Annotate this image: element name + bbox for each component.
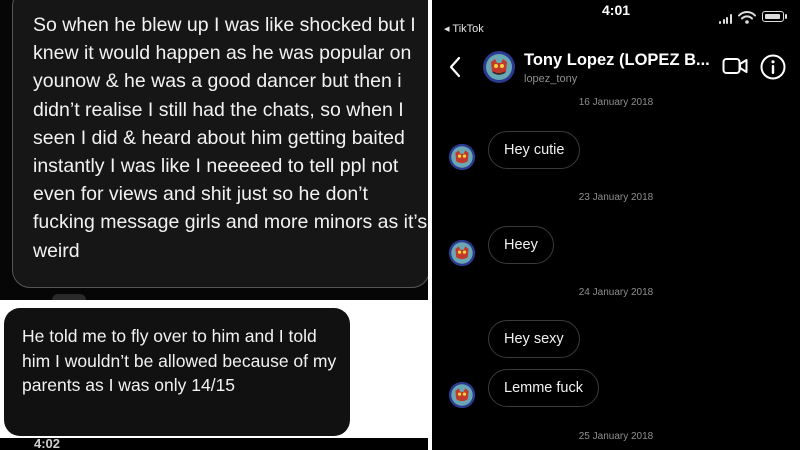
chevron-left-icon[interactable]	[448, 56, 462, 78]
battery-icon	[762, 11, 784, 22]
contact-avatar[interactable]	[448, 143, 476, 171]
wifi-icon	[738, 11, 756, 24]
left-top-screenshot: So when he blew up I was like shocked bu…	[0, 0, 432, 300]
date-divider: 23 January 2018	[578, 192, 654, 203]
battery-tip	[785, 14, 787, 19]
message-text: So when he blew up I was like shocked bu…	[33, 14, 428, 262]
back-to-app-link[interactable]: ◂ TikTok	[444, 22, 484, 35]
contact-avatar[interactable]	[448, 381, 476, 409]
date-divider: 25 January 2018	[578, 431, 654, 442]
left-bottom-screenshot: He told me to fly over to him and I told…	[0, 300, 432, 450]
message-bubble[interactable]: Lemme fuck	[488, 369, 599, 407]
signal-icon	[719, 14, 733, 24]
chat-screenshot: 4:01 ◂ TikTok Tony Lopez (LOPEZ B... lop…	[432, 0, 800, 450]
contact-name[interactable]: Tony Lopez (LOPEZ B...	[524, 51, 710, 70]
date-divider: 24 January 2018	[578, 287, 654, 298]
status-bar-strip: 4:02	[0, 436, 432, 450]
message-bubble: He told me to fly over to him and I told…	[4, 308, 350, 436]
contact-avatar[interactable]	[482, 50, 516, 84]
message-bubble[interactable]: Hey sexy	[488, 320, 580, 358]
date-divider: 16 January 2018	[578, 97, 654, 108]
info-icon[interactable]	[760, 54, 786, 80]
contact-avatar[interactable]	[448, 239, 476, 267]
status-time: 4:01	[602, 2, 631, 18]
message-bubble[interactable]: Heey	[488, 226, 554, 264]
status-time: 4:02	[34, 436, 61, 450]
message-text: He told me to fly over to him and I told…	[22, 326, 337, 395]
contact-username: lopez_tony	[524, 73, 578, 85]
message-bubble[interactable]: Hey cutie	[488, 131, 581, 169]
message-bubble: So when he blew up I was like shocked bu…	[12, 0, 430, 288]
video-camera-icon[interactable]	[722, 56, 748, 76]
